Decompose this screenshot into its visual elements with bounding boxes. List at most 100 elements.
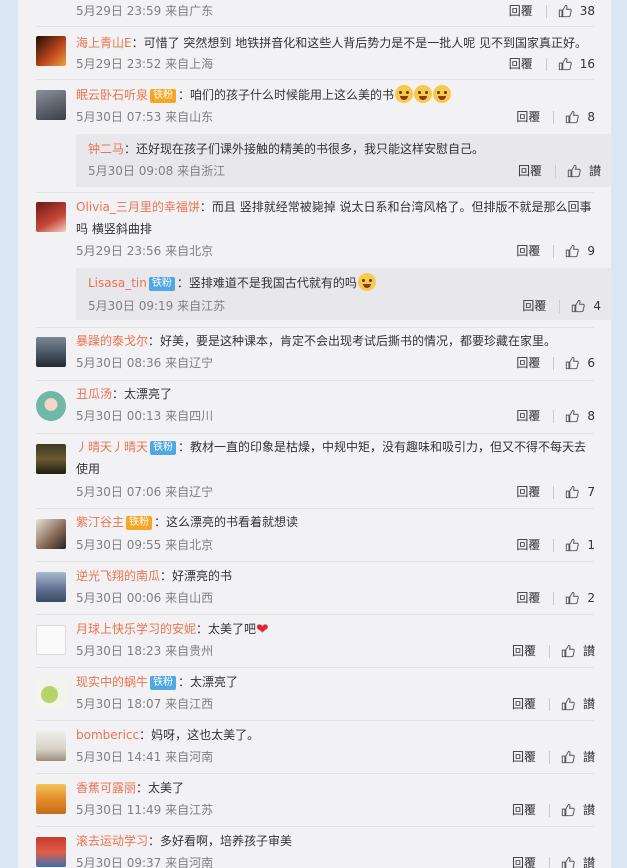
- thumbs-up-icon[interactable]: [565, 591, 580, 605]
- user-nickname[interactable]: 逆光飞翔的南瓜: [76, 569, 160, 583]
- comment-meta: 5月30日 18:23 来自贵州: [76, 644, 214, 658]
- like-button-label[interactable]: 讃: [583, 854, 595, 868]
- fan-badge: 铁粉: [150, 676, 177, 690]
- user-nickname[interactable]: 现实中的蜗牛: [76, 675, 148, 689]
- reply-button[interactable]: 回覆: [522, 297, 546, 315]
- user-nickname[interactable]: 丿晴天丿晴天: [76, 440, 148, 454]
- thumbs-up-icon[interactable]: [565, 538, 580, 552]
- user-nickname[interactable]: 月球上快乐学习的安妮: [76, 622, 196, 636]
- avatar[interactable]: [36, 391, 66, 421]
- reply-button[interactable]: 回覆: [512, 854, 536, 868]
- thumbs-up-icon[interactable]: [561, 750, 575, 764]
- like-button-label[interactable]: 讃: [589, 162, 601, 180]
- avatar[interactable]: [36, 572, 66, 602]
- avatar[interactable]: [36, 731, 66, 761]
- reply-button[interactable]: 回覆: [516, 483, 540, 501]
- comment-item: Olivia_三月里的幸福饼：而且 竖排就经常被毙掉 说太日系和台湾风格了。但排…: [18, 193, 611, 323]
- fan-badge: 铁粉: [150, 89, 177, 103]
- comment-item: 滚去运动学习：多好看啊，培养孩子审美 5月30日 09:37 来自河南 回覆 讃: [18, 827, 611, 868]
- divider: [559, 299, 561, 313]
- avatar[interactable]: [36, 519, 66, 549]
- user-nickname[interactable]: 丑瓜汤: [76, 387, 112, 401]
- reply-button[interactable]: 回覆: [516, 108, 540, 126]
- avatar[interactable]: [36, 202, 66, 232]
- reply-button[interactable]: 回覆: [516, 354, 540, 372]
- comment-item: bombericc：妈呀，这也太美了。 5月30日 14:41 来自河南 回覆 …: [18, 721, 611, 773]
- reply-button[interactable]: 回覆: [512, 748, 536, 766]
- fan-badge: 铁粉: [126, 516, 153, 530]
- comment-item: 紫汀谷主 铁粉 ：这么漂亮的书看着就想读 5月30日 09:55 来自北京 回覆 1: [18, 509, 611, 561]
- like-count: 8: [587, 110, 595, 124]
- avatar[interactable]: [36, 36, 66, 66]
- like-button-label[interactable]: 讃: [583, 748, 595, 766]
- comment-item: 暴躁的泰戈尔：好美，要是这种课本，肯定不会出现考试后撕书的情况，都要珍藏在家里。…: [18, 328, 611, 380]
- comment-text-line: 逆光飞翔的南瓜：好漂亮的书: [76, 569, 233, 583]
- sub-reply: Lisasa_tin 铁粉 ：竖排难道不是我国古代就有的吗 5月30日 09:19 …: [76, 268, 611, 320]
- thumbs-up-icon[interactable]: [558, 4, 572, 18]
- reply-button[interactable]: 回覆: [509, 55, 533, 73]
- like-count: 8: [587, 409, 595, 423]
- thumbs-up-icon[interactable]: [561, 803, 575, 817]
- like-count: 7: [587, 485, 595, 499]
- avatar[interactable]: [36, 444, 66, 474]
- avatar[interactable]: [36, 337, 66, 367]
- comment-panel: 5月29日 23:59 来自广东 回覆 38 海上青山E：可惜了 突然想到 地铁…: [18, 0, 611, 868]
- comment-text-line: bombericc：妈呀，这也太美了。: [76, 728, 260, 742]
- avatar[interactable]: [36, 784, 66, 814]
- comment-actions: 回覆 讃: [512, 642, 595, 660]
- thumbs-up-icon[interactable]: [561, 697, 575, 711]
- divider: [553, 485, 555, 499]
- comment-meta: 5月30日 09:55 来自北京: [76, 538, 214, 552]
- user-nickname[interactable]: 眠云卧石听泉: [76, 88, 148, 102]
- comment-item: 丿晴天丿晴天 铁粉 ：教材一直的印象是枯燥，中规中矩，没有趣味和吸引力，但又不得不每…: [18, 434, 611, 508]
- thumbs-up-icon[interactable]: [561, 856, 575, 868]
- thumbs-up-icon[interactable]: [565, 485, 580, 499]
- user-nickname[interactable]: 滚去运动学习: [76, 834, 148, 848]
- reply-button[interactable]: 回覆: [518, 162, 542, 180]
- avatar[interactable]: [36, 625, 66, 655]
- avatar[interactable]: [36, 678, 66, 708]
- user-nickname[interactable]: 海上青山E: [76, 36, 132, 50]
- like-button-label[interactable]: 讃: [583, 801, 595, 819]
- avatar[interactable]: [36, 837, 66, 867]
- crying-laughing-emoji-icon: [395, 85, 414, 103]
- like-count: 2: [587, 591, 595, 605]
- user-nickname[interactable]: 香蕉可露丽: [76, 781, 136, 795]
- user-nickname[interactable]: 暴躁的泰戈尔: [76, 334, 148, 348]
- fan-badge: 铁粉: [150, 441, 177, 455]
- comment-text-line: 香蕉可露丽：太美了: [76, 781, 185, 795]
- reply-button[interactable]: 回覆: [516, 536, 540, 554]
- thumbs-up-icon[interactable]: [567, 164, 581, 178]
- comment-text: 还好现在孩子们课外接触的精美的书很多，我只能这样安慰自己。: [136, 142, 485, 156]
- reply-button[interactable]: 回覆: [512, 642, 536, 660]
- reply-button[interactable]: 回覆: [512, 801, 536, 819]
- comment-text: 太美了吧: [208, 622, 257, 636]
- comment-text-line: 丿晴天丿晴天 铁粉 ：教材一直的印象是枯燥，中规中矩，没有趣味和吸引力，但又不得不每…: [76, 440, 587, 476]
- user-nickname[interactable]: bombericc: [76, 728, 139, 742]
- comment-actions: 回覆 讃: [512, 801, 595, 819]
- thumbs-up-icon[interactable]: [571, 299, 586, 313]
- thumbs-up-icon[interactable]: [565, 409, 580, 423]
- comment-item: 香蕉可露丽：太美了 5月30日 11:49 来自江苏 回覆 讃: [18, 774, 611, 826]
- comment-text-line: Lisasa_tin 铁粉 ：竖排难道不是我国古代就有的吗: [88, 272, 601, 294]
- thumbs-up-icon[interactable]: [558, 57, 572, 71]
- user-nickname[interactable]: Olivia_三月里的幸福饼: [76, 200, 200, 214]
- reply-button[interactable]: 回覆: [509, 2, 533, 20]
- like-button-label[interactable]: 讃: [583, 642, 595, 660]
- reply-button[interactable]: 回覆: [516, 242, 540, 260]
- thumbs-up-icon[interactable]: [561, 644, 575, 658]
- comment-actions: 回覆 4: [522, 297, 601, 315]
- user-nickname[interactable]: 钟二马: [88, 142, 124, 156]
- like-count: 38: [579, 4, 595, 18]
- user-nickname[interactable]: 紫汀谷主: [76, 515, 124, 529]
- reply-button[interactable]: 回覆: [512, 695, 536, 713]
- user-nickname[interactable]: Lisasa_tin: [88, 276, 147, 290]
- thumbs-up-icon[interactable]: [565, 244, 580, 258]
- like-button-label[interactable]: 讃: [583, 695, 595, 713]
- avatar[interactable]: [36, 90, 66, 120]
- thumbs-up-icon[interactable]: [565, 356, 580, 370]
- reply-button[interactable]: 回覆: [516, 407, 540, 425]
- comment-meta: 5月30日 11:49 来自江苏: [76, 803, 214, 817]
- thumbs-up-icon[interactable]: [565, 110, 580, 124]
- reply-button[interactable]: 回覆: [516, 589, 540, 607]
